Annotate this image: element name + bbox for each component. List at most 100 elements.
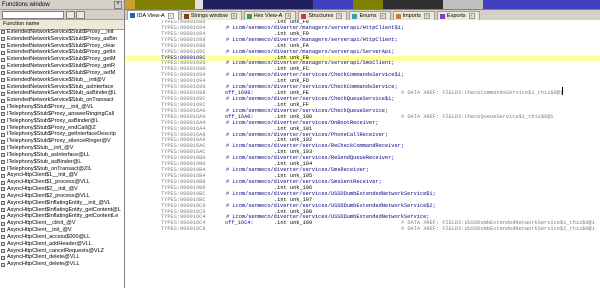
function-list-item[interactable]: AsyncHttpClient$2__init_@V bbox=[0, 186, 124, 193]
function-name: ExtendedNetworkService$Stub$Proxy_getR bbox=[7, 63, 115, 70]
function-list-item[interactable]: ExtendedNetworkService$Stub$Proxy_getIn bbox=[0, 49, 124, 56]
tab-icon bbox=[246, 13, 252, 19]
function-list-item[interactable]: AsyncHttpClient$InflatingEntity_getConte… bbox=[0, 213, 124, 220]
function-list-item[interactable]: AsyncHttpClient_addHeader@VLL bbox=[0, 241, 124, 248]
tab-icon bbox=[130, 13, 135, 18]
function-name: ITelephony$Stub$Proxy__init_@VL bbox=[7, 104, 94, 111]
function-list-item[interactable]: ExtendedNetworkService$Stub$Proxy_getR bbox=[0, 63, 124, 70]
function-icon bbox=[1, 153, 5, 158]
function-icon bbox=[1, 91, 5, 96]
function-list-item[interactable]: ExtendedNetworkService$Stub$Proxy_setM bbox=[0, 70, 124, 77]
function-list-item[interactable]: ITelephony$Stub_asBinder@L bbox=[0, 159, 124, 166]
close-tab-icon[interactable]: × bbox=[285, 13, 292, 19]
tab-imports[interactable]: Imports × bbox=[392, 11, 435, 20]
close-tab-icon[interactable]: × bbox=[423, 13, 430, 19]
function-list-item[interactable]: ITelephony$Stub$Proxy_endCall@Z bbox=[0, 125, 124, 132]
function-icon bbox=[1, 255, 5, 260]
close-tab-icon[interactable]: × bbox=[336, 13, 343, 19]
function-list-item[interactable]: AsyncHttpClient$1__init_@V bbox=[0, 172, 124, 179]
tab-structures[interactable]: Structures × bbox=[298, 11, 348, 20]
function-name: ITelephony$Stub__init_@V bbox=[7, 145, 74, 152]
tab-icon bbox=[183, 13, 189, 19]
tab-label: Structures bbox=[308, 13, 334, 19]
function-icon bbox=[1, 139, 5, 144]
disassembly-view[interactable]: TYPES:00001680 .int unk_F8 TYPES:00001684 #… bbox=[125, 20, 600, 288]
function-list-item[interactable]: AsyncHttpClient__clinit_@V bbox=[0, 220, 124, 227]
function-icon bbox=[1, 207, 5, 212]
function-list-item[interactable]: AsyncHttpClient$InflatingEntity__init_@V… bbox=[0, 200, 124, 207]
function-name: AsyncHttpClient__init_@V bbox=[7, 227, 72, 234]
function-list-item[interactable]: ExtendedNetworkService$Stub_asBinder@L bbox=[0, 90, 124, 97]
function-list-item[interactable]: AsyncHttpClient_delete@VLL bbox=[0, 261, 124, 268]
function-list-item[interactable]: AsyncHttpClient_access$000@LL bbox=[0, 234, 124, 241]
main-pane: IDA View-A × Strings window × Hex View-A × Str… bbox=[125, 0, 600, 288]
function-icon bbox=[1, 30, 5, 35]
function-name: AsyncHttpClient_addHeader@VLL bbox=[7, 240, 92, 247]
code-address: TYPES:000016C8 bbox=[161, 226, 206, 233]
function-list-item[interactable]: ITelephony$Stub$Proxy__init_@VL bbox=[0, 104, 124, 111]
tab-exports[interactable]: Exports × bbox=[436, 11, 480, 20]
function-icon bbox=[1, 173, 5, 178]
function-name: AsyncHttpClient_access$000@LL bbox=[7, 233, 91, 240]
function-name: ExtendedNetworkService$Stub$Proxy_clear bbox=[7, 42, 116, 49]
function-list-item[interactable]: AsyncHttpClient_cancelRequests@VLZ bbox=[0, 248, 124, 255]
function-list-item[interactable]: ITelephony$Stub$Proxy_silenceRinger@V bbox=[0, 138, 124, 145]
function-list-item[interactable]: ITelephony$Stub__init_@V bbox=[0, 145, 124, 152]
function-list-item[interactable]: AsyncHttpClient_delete@VLL bbox=[0, 254, 124, 261]
function-icon bbox=[1, 262, 5, 267]
close-icon[interactable]: × bbox=[114, 0, 122, 9]
tab-label: Strings window bbox=[190, 13, 228, 19]
function-name: ITelephony$Stub$Proxy_asBinder@L bbox=[7, 117, 99, 124]
tab-hex-view-a[interactable]: Hex View-A × bbox=[243, 11, 297, 20]
function-list-item[interactable]: ITelephony$Stub$Proxy_getInterfaceDescri… bbox=[0, 131, 124, 138]
function-list-item[interactable]: ExtendedNetworkService$Stub$Proxy_asBin bbox=[0, 36, 124, 43]
tab-icon bbox=[301, 13, 307, 19]
function-list-item[interactable]: ExtendedNetworkService$Stub$Proxy_clear bbox=[0, 43, 124, 50]
toolbar-button[interactable] bbox=[66, 11, 75, 19]
function-icon bbox=[1, 187, 5, 192]
function-list-item[interactable]: ExtendedNetworkService$Stub$Proxy_getM bbox=[0, 56, 124, 63]
filter-input[interactable] bbox=[2, 11, 64, 19]
function-list-item[interactable]: ITelephony$Stub$Proxy_asBinder@L bbox=[0, 118, 124, 125]
function-list-item[interactable]: AsyncHttpClient$2_process@VLL bbox=[0, 193, 124, 200]
close-tab-icon[interactable]: × bbox=[167, 12, 174, 19]
close-tab-icon[interactable]: × bbox=[379, 13, 386, 19]
function-name: AsyncHttpClient$InflatingEntity_getConte… bbox=[7, 213, 119, 220]
tab-label: Imports bbox=[402, 13, 421, 19]
navigation-band[interactable] bbox=[125, 0, 600, 10]
function-icon bbox=[1, 64, 5, 69]
close-tab-icon[interactable]: × bbox=[230, 13, 237, 19]
function-list-item[interactable]: ITelephony$Stub_asInterface@LL bbox=[0, 152, 124, 159]
tab-icon bbox=[395, 13, 401, 19]
function-name: AsyncHttpClient__clinit_@V bbox=[7, 220, 76, 227]
functions-list[interactable]: ExtendedNetworkService$Stub$Proxy__init E… bbox=[0, 29, 124, 288]
tab-label: Enums bbox=[359, 13, 377, 19]
tab-ida-view-a[interactable]: IDA View-A × bbox=[127, 10, 179, 20]
close-tab-icon[interactable]: × bbox=[468, 13, 475, 19]
function-name: ExtendedNetworkService$Stub$Proxy_setM bbox=[7, 69, 116, 76]
tab-enums[interactable]: Enums × bbox=[349, 11, 391, 20]
function-list-item[interactable]: AsyncHttpClient__init_@V bbox=[0, 227, 124, 234]
function-name: ITelephony$Stub$Proxy_endCall@Z bbox=[7, 124, 96, 131]
function-name: AsyncHttpClient$InflatingEntity__init_@V… bbox=[7, 199, 111, 206]
function-list-item[interactable]: ExtendedNetworkService$Stub_onTransact bbox=[0, 97, 124, 104]
function-list-item[interactable]: AsyncHttpClient$InflatingEntity_getConte… bbox=[0, 207, 124, 214]
function-name: ExtendedNetworkService$Stub$Proxy_asBin bbox=[7, 35, 118, 42]
function-list-item[interactable]: ITelephony$Stub_onTransact@ZIL bbox=[0, 166, 124, 173]
tab-strings-window[interactable]: Strings window × bbox=[180, 11, 242, 20]
function-icon bbox=[1, 37, 5, 42]
toolbar-button[interactable] bbox=[76, 11, 85, 19]
function-icon bbox=[1, 221, 5, 226]
code-line[interactable]: TYPES:000016C8 # DATA XREF: FIELDS:USSDDu… bbox=[125, 226, 600, 233]
function-list-item[interactable]: ExtendedNetworkService$Stub__init@V bbox=[0, 77, 124, 84]
function-list-item[interactable]: ExtendedNetworkService$Stub_asInterface bbox=[0, 84, 124, 91]
function-name: AsyncHttpClient$2_process@VLL bbox=[7, 192, 90, 199]
function-list-item[interactable]: AsyncHttpClient$1_process@VLL bbox=[0, 179, 124, 186]
xref-comment: # DATA XREF: FIELDS:USSDDumbExtendedNetw… bbox=[401, 226, 595, 233]
function-list-item[interactable]: ITelephony$Stub$Proxy_answerRingingCall bbox=[0, 111, 124, 118]
function-list-item[interactable]: ExtendedNetworkService$Stub$Proxy__init bbox=[0, 29, 124, 36]
function-icon bbox=[1, 119, 5, 124]
functions-window-title: Functions window bbox=[2, 1, 50, 8]
function-name: ITelephony$Stub_onTransact@ZIL bbox=[7, 165, 92, 172]
function-name: AsyncHttpClient$1_process@VLL bbox=[7, 179, 90, 186]
